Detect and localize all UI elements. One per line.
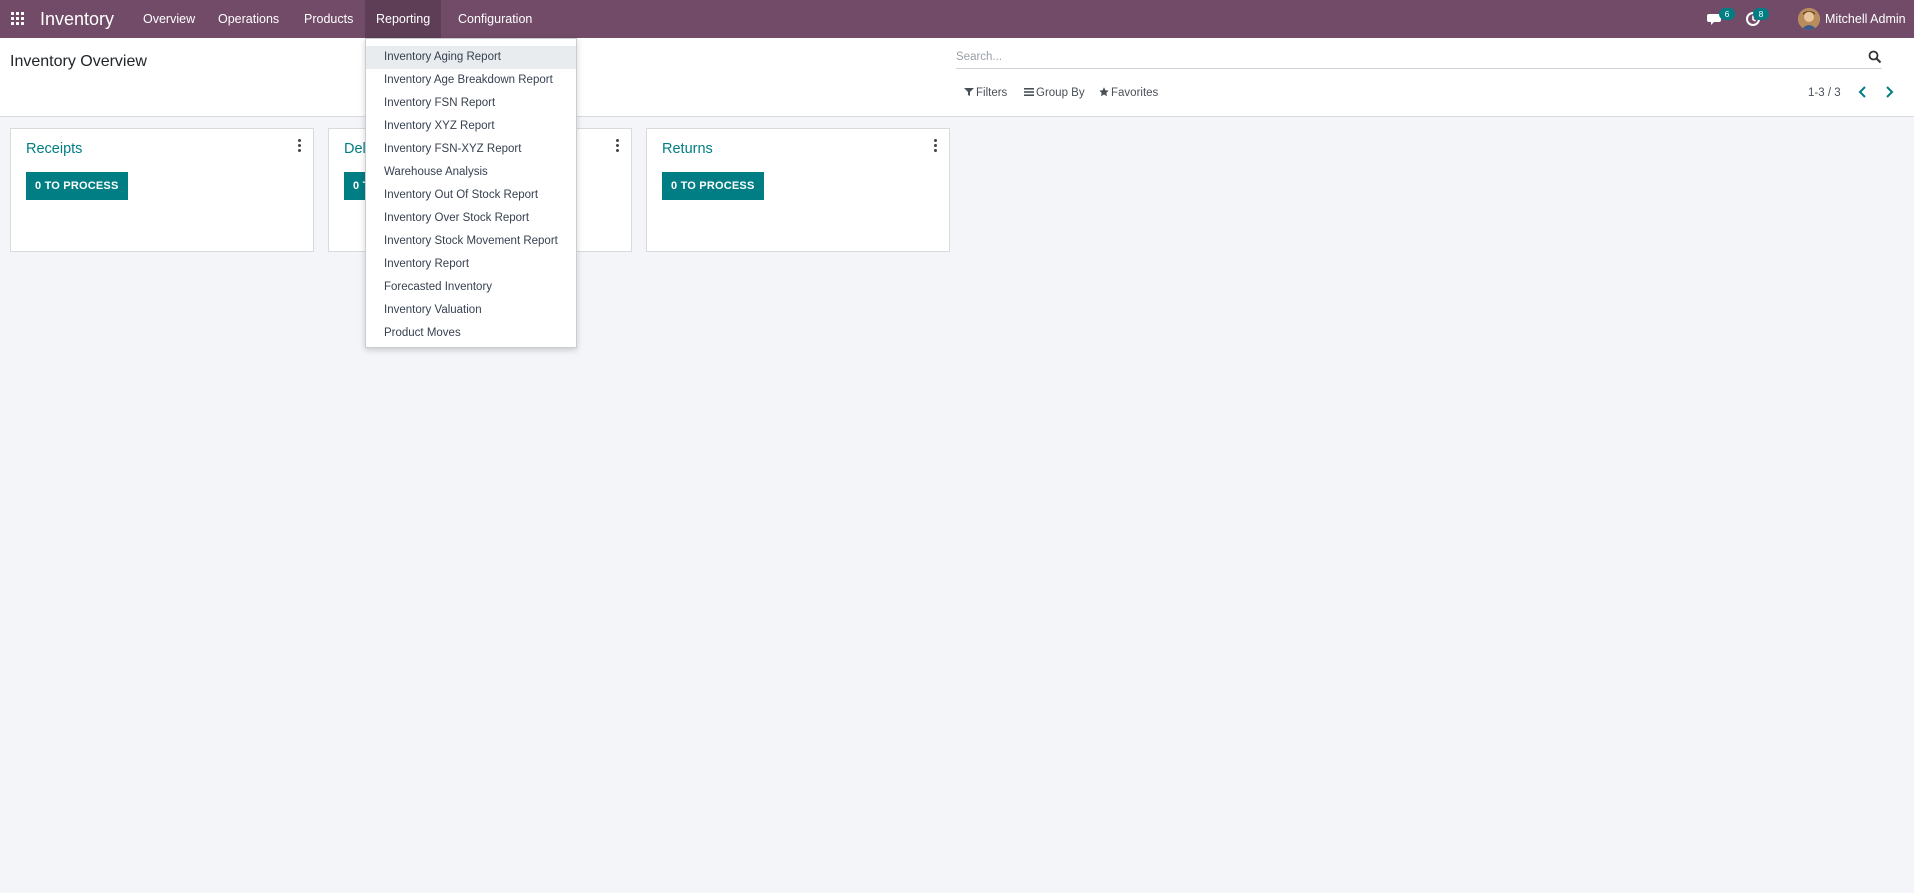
messages-count-badge: 6 [1719, 8, 1735, 20]
vertical-ellipsis-icon[interactable] [296, 139, 302, 153]
nav-menu-reporting[interactable]: Reporting [365, 0, 442, 38]
favorites-button[interactable]: Favorites [1099, 86, 1158, 100]
search-bar [956, 48, 1882, 69]
menu-item-inventory-age-breakdown-report[interactable]: Inventory Age Breakdown Report [366, 69, 576, 92]
menu-item-inventory-fsn-xyz-report[interactable]: Inventory FSN-XYZ Report [366, 138, 576, 161]
menu-item-inventory-over-stock-report[interactable]: Inventory Over Stock Report [366, 207, 576, 230]
card-title[interactable]: Receipts [26, 140, 82, 158]
menu-item-inventory-report[interactable]: Inventory Report [366, 253, 576, 276]
chevron-left-icon[interactable] [1855, 84, 1871, 100]
star-icon [1099, 87, 1109, 97]
to-process-button[interactable]: 0 TO PROCESS [662, 172, 764, 200]
menu-item-inventory-xyz-report[interactable]: Inventory XYZ Report [366, 115, 576, 138]
funnel-icon [964, 88, 974, 96]
menu-item-inventory-aging-report[interactable]: Inventory Aging Report [366, 46, 576, 69]
menu-item-forecasted-inventory[interactable]: Forecasted Inventory [366, 276, 576, 299]
control-panel: Inventory Overview Filters Group By Favo… [0, 38, 1914, 117]
vertical-ellipsis-icon[interactable] [932, 139, 938, 153]
filters-button[interactable]: Filters [964, 86, 1007, 100]
apps-grid-icon[interactable] [11, 12, 25, 26]
nav-menu-configuration[interactable]: Configuration [447, 0, 543, 38]
page-title: Inventory Overview [10, 53, 147, 70]
to-process-button[interactable]: 0 TO PROCESS [26, 172, 128, 200]
list-icon [1024, 88, 1034, 96]
menu-item-inventory-stock-movement-report[interactable]: Inventory Stock Movement Report [366, 230, 576, 253]
kanban-card-receipts: Receipts 0 TO PROCESS [10, 128, 314, 252]
card-title[interactable]: Returns [662, 140, 713, 158]
search-icon[interactable] [1868, 50, 1882, 64]
kanban-card-returns: Returns 0 TO PROCESS [646, 128, 950, 252]
menu-item-warehouse-analysis[interactable]: Warehouse Analysis [366, 161, 576, 184]
main-navbar: Inventory Overview Operations Products R… [0, 0, 1914, 38]
search-input[interactable] [956, 48, 1836, 66]
menu-item-inventory-out-of-stock-report[interactable]: Inventory Out Of Stock Report [366, 184, 576, 207]
group-by-label: Group By [1036, 87, 1085, 99]
avatar[interactable] [1798, 8, 1820, 30]
chevron-right-icon[interactable] [1881, 84, 1897, 100]
menu-item-inventory-fsn-report[interactable]: Inventory FSN Report [366, 92, 576, 115]
nav-menu-overview[interactable]: Overview [132, 0, 206, 38]
reporting-dropdown-menu: Inventory Aging Report Inventory Age Bre… [365, 38, 577, 348]
group-by-button[interactable]: Group By [1024, 86, 1085, 100]
pager-value[interactable]: 1-3 / 3 [1808, 86, 1841, 100]
vertical-ellipsis-icon[interactable] [614, 139, 620, 153]
nav-menu-operations[interactable]: Operations [207, 0, 290, 38]
filters-label: Filters [976, 87, 1008, 99]
favorites-label: Favorites [1111, 87, 1159, 99]
menu-item-inventory-valuation[interactable]: Inventory Valuation [366, 299, 576, 322]
menu-item-product-moves[interactable]: Product Moves [366, 322, 576, 345]
nav-menu-products[interactable]: Products [293, 0, 364, 38]
user-menu-name[interactable]: Mitchell Admin [1825, 12, 1906, 26]
app-brand[interactable]: Inventory [40, 8, 114, 30]
activities-count-badge: 8 [1753, 8, 1769, 20]
